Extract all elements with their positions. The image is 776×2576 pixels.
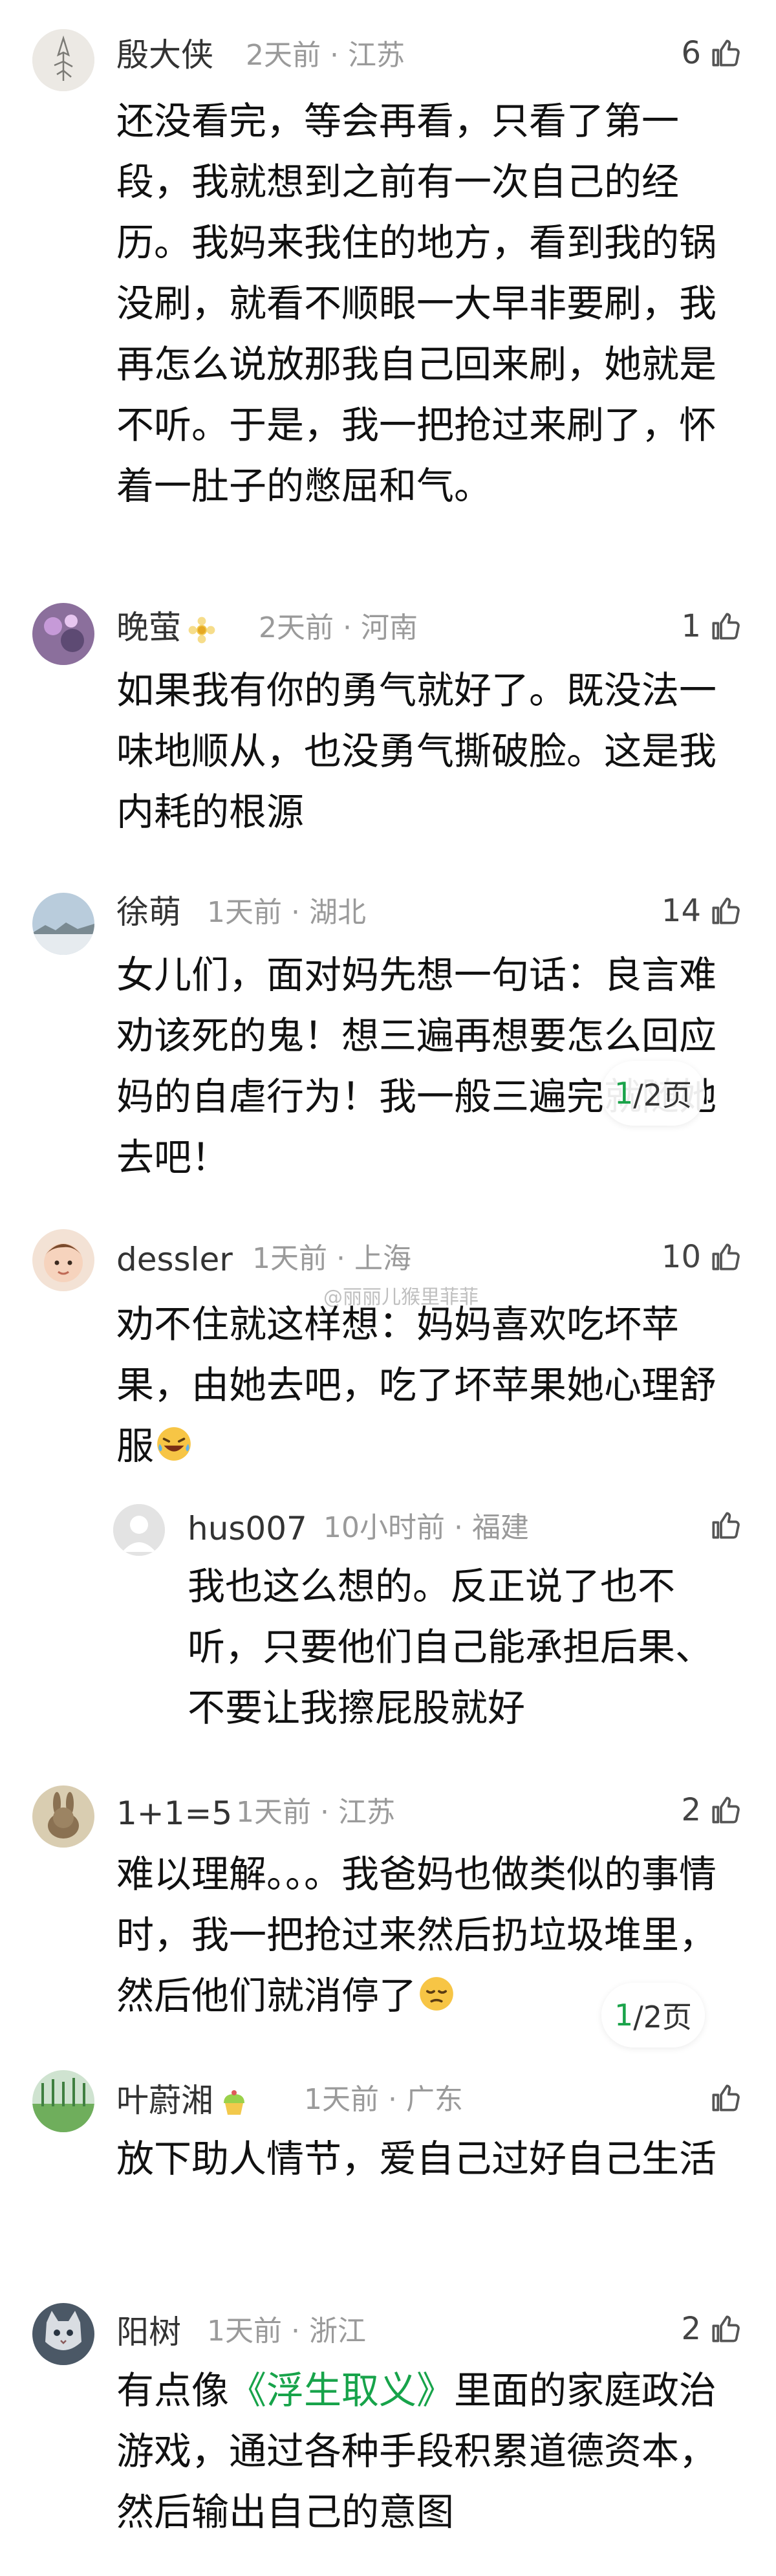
comment-time: 1天前 [304, 2083, 379, 2116]
like-count: 14 [661, 893, 701, 929]
username[interactable]: hus007 [188, 1512, 307, 1545]
username[interactable]: 叶蔚湘 [116, 2084, 250, 2119]
avatar-image [32, 29, 94, 91]
comment-text: 放下助人情节，爱自己过好自己生活 [116, 2137, 717, 2181]
like-count: 2 [681, 1792, 701, 1828]
comment-location: 河南 [361, 611, 418, 644]
username[interactable]: 阳树 [116, 2316, 181, 2348]
page-total: /2页 [633, 1078, 693, 1113]
page-current: 1 [614, 1998, 634, 2033]
avatar-image [32, 2070, 94, 2132]
page-indicator[interactable]: 1/2页 [601, 1061, 705, 1126]
meta-separator: · [291, 2315, 300, 2348]
avatar[interactable] [32, 1229, 94, 1291]
cupcake-badge-icon [224, 2090, 244, 2115]
comment-meta: 1天前 · 上海 [252, 1245, 411, 1273]
comment-location: 浙江 [309, 2315, 366, 2348]
thumbs-up-icon [712, 613, 740, 640]
thumbs-up-icon [712, 1796, 740, 1824]
comment-meta: 1天前 · 浙江 [207, 2317, 366, 2346]
page-total: /2页 [633, 2000, 693, 2035]
avatar-image [32, 1229, 94, 1291]
comment-text: 有点像《浮生取义》里面的家庭政治游戏，通过各种手段积累道德资本，然后输出自己的意… [116, 2368, 717, 2534]
thumbs-up-icon [712, 1243, 740, 1271]
comment-text: 还没看完，等会再看，只看了第一段，我就想到之前有一次自己的经历。我妈来我住的地方… [116, 99, 717, 508]
comment-time: 2天前 [246, 39, 321, 72]
thumbs-up-icon [712, 2084, 740, 2112]
meta-separator: · [454, 1511, 463, 1544]
meta-separator: · [291, 896, 300, 929]
comment-text: 如果我有你的勇气就好了。既没法一味地顺从，也没勇气撕破脸。这是我内耗的根源 [116, 668, 717, 834]
laughing-tears-emoji-icon [157, 1427, 191, 1461]
avatar[interactable] [32, 603, 94, 665]
comment-location: 江苏 [338, 1796, 395, 1829]
comment-meta: 2天前 · 江苏 [246, 41, 405, 70]
like-count: 1 [681, 608, 701, 644]
comment-time: 2天前 [259, 611, 334, 644]
flower-badge-icon [188, 617, 215, 643]
default-avatar-icon [113, 1504, 165, 1556]
comment-meta: 10小时前 · 福建 [323, 1514, 529, 1542]
avatar[interactable] [32, 2070, 94, 2132]
thumbs-up-icon [712, 2315, 740, 2342]
avatar[interactable] [32, 29, 94, 91]
comment-location: 江苏 [348, 39, 405, 72]
avatar-image [32, 893, 94, 955]
username[interactable]: 1+1=5 [116, 1797, 232, 1829]
meta-separator: · [336, 1242, 345, 1275]
comment-meta: 1天前 · 湖北 [207, 899, 366, 927]
meta-separator: · [330, 39, 339, 72]
like-count: 2 [681, 2311, 701, 2347]
comment-time: 1天前 [207, 896, 282, 929]
like-button[interactable]: 1 [681, 608, 744, 644]
like-button[interactable] [701, 1507, 744, 1544]
comment-location: 上海 [354, 1242, 411, 1275]
comment-meta: 2天前 · 河南 [259, 614, 418, 642]
comment-time: 1天前 [207, 2315, 282, 2348]
page-current: 1 [614, 1076, 634, 1111]
like-button[interactable]: 2 [681, 1792, 744, 1828]
thumbs-up-icon [712, 897, 740, 924]
comment-time: 1天前 [252, 1242, 327, 1275]
page-indicator[interactable]: 1/2页 [601, 1983, 705, 2047]
username[interactable]: dessler [116, 1243, 233, 1276]
comment-meta: 1天前 · 广东 [304, 2086, 463, 2114]
thumbs-up-icon [712, 1512, 740, 1539]
avatar[interactable] [32, 1785, 94, 1848]
like-count: 10 [661, 1239, 701, 1275]
comment-location: 湖北 [309, 896, 366, 929]
like-button[interactable]: 10 [662, 1239, 744, 1275]
pensive-emoji-icon [420, 1977, 453, 2011]
meta-separator: · [388, 2083, 397, 2116]
like-count: 6 [681, 35, 701, 71]
avatar[interactable] [32, 2303, 94, 2365]
like-button[interactable]: 2 [681, 2311, 744, 2347]
book-title-link[interactable]: 《浮生取义》 [229, 2368, 454, 2412]
comment-location: 福建 [472, 1511, 529, 1544]
comment-time: 1天前 [236, 1796, 311, 1829]
meta-separator: · [320, 1796, 329, 1829]
comment-meta: 1天前 · 江苏 [236, 1798, 395, 1827]
comment-text: 劝不住就这样想：妈妈喜欢吃坏苹果，由她去吧，吃了坏苹果她心理舒服 [116, 1302, 717, 1468]
comment-location: 广东 [406, 2083, 463, 2116]
like-button[interactable]: 14 [662, 893, 744, 929]
like-button[interactable]: 6 [681, 35, 744, 71]
thumbs-up-icon [712, 39, 740, 67]
comment-text: 我也这么想的。反正说了也不听，只要他们自己能承担后果、不要让我擦屁股就好 [188, 1564, 713, 1730]
username[interactable]: 晚萤 [116, 611, 217, 646]
avatar[interactable] [113, 1504, 165, 1556]
meta-separator: · [343, 611, 352, 644]
like-button[interactable] [701, 2080, 744, 2116]
avatar-image [32, 1785, 94, 1848]
avatar-image [32, 2303, 94, 2365]
avatar-image [32, 603, 94, 665]
comment-time: 10小时前 [323, 1511, 445, 1544]
username[interactable]: 殷大侠 [116, 39, 213, 71]
username[interactable]: 徐萌 [116, 896, 181, 928]
avatar[interactable] [32, 893, 94, 955]
